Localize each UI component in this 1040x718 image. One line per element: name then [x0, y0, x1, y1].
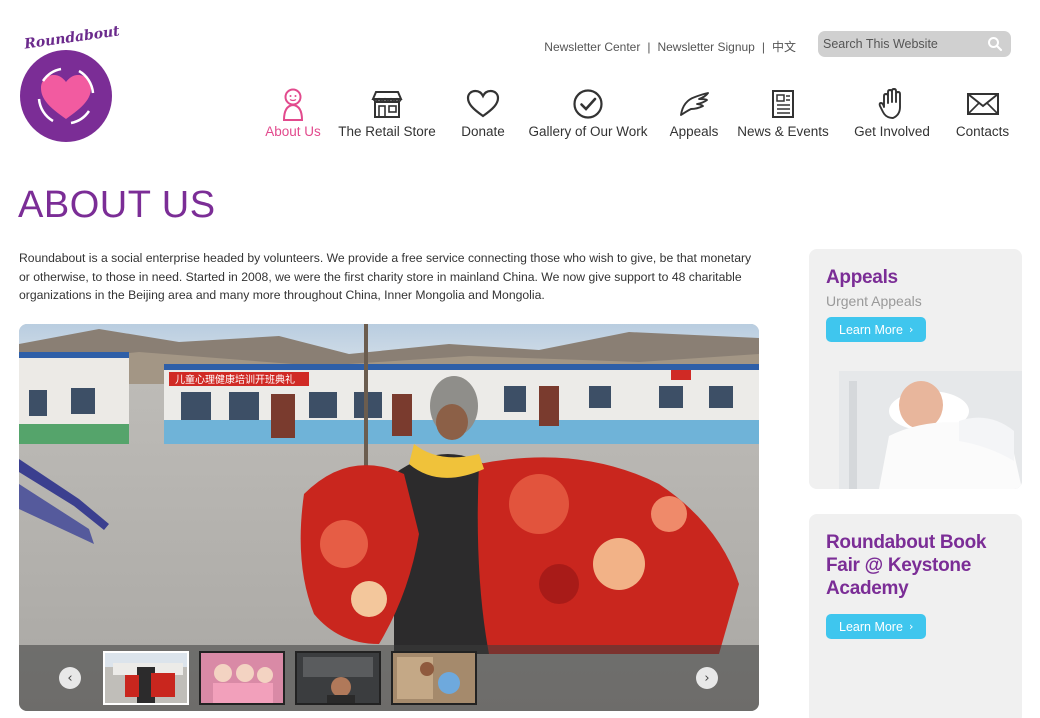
heart-icon [465, 86, 501, 122]
logo-text: Roundabout [23, 23, 121, 53]
divider: | [647, 39, 651, 54]
nav-contacts[interactable]: Contacts [955, 86, 1010, 139]
newspaper-icon [765, 86, 801, 122]
main-nav: About Us The Retail Store Donate Gallery… [0, 86, 1040, 146]
nav-get-involved[interactable]: Get Involved [853, 86, 931, 139]
search-box [818, 31, 1011, 57]
nav-appeals[interactable]: Appeals [669, 86, 719, 139]
book-fair-title[interactable]: Roundabout Book Fair @ Keystone Academy [826, 531, 1005, 600]
nav-label: Donate [461, 124, 505, 139]
nav-label: Get Involved [854, 124, 930, 139]
banner-text: 儿童心理健康培训开班典礼 [175, 373, 295, 386]
nav-label: Gallery of Our Work [528, 124, 648, 139]
prev-arrow-icon[interactable]: ‹ [59, 667, 81, 689]
book-fair-card: Roundabout Book Fair @ Keystone Academy … [809, 514, 1022, 718]
nav-donate[interactable]: Donate [460, 86, 506, 139]
button-label: Learn More [839, 619, 903, 634]
nav-label: Contacts [955, 124, 1010, 139]
button-label: Learn More [839, 322, 903, 337]
thumbnail-1[interactable] [103, 651, 189, 705]
page-title: ABOUT US [18, 184, 216, 226]
chevron-right-icon: › [908, 323, 914, 336]
nav-retail-store[interactable]: The Retail Store [338, 86, 436, 139]
newsletter-center-link[interactable]: Newsletter Center [544, 40, 640, 54]
nav-label: Appeals [669, 124, 719, 139]
wing-icon [676, 86, 712, 122]
store-icon [369, 86, 405, 122]
thumbnail-2[interactable] [199, 651, 285, 705]
utility-links: Newsletter Center | Newsletter Signup | … [544, 38, 796, 55]
person-icon [275, 86, 311, 122]
nav-gallery[interactable]: Gallery of Our Work [528, 86, 648, 139]
divider: | [761, 39, 765, 54]
nav-about-us[interactable]: About Us [264, 86, 322, 139]
chevron-right-icon: › [908, 620, 914, 633]
thumbnail-3[interactable] [295, 651, 381, 705]
envelope-icon [965, 86, 1001, 122]
book-fair-learn-more-button[interactable]: Learn More › [826, 614, 927, 639]
thumbnail-4[interactable] [391, 651, 477, 705]
appeals-learn-more-button[interactable]: Learn More › [826, 317, 927, 342]
hand-icon [874, 86, 910, 122]
checkmark-circle-icon [570, 86, 606, 122]
search-input[interactable] [823, 37, 983, 51]
appeals-photo [809, 351, 1022, 489]
newsletter-signup-link[interactable]: Newsletter Signup [657, 40, 754, 54]
next-arrow-icon[interactable]: › [696, 667, 718, 689]
search-icon[interactable] [987, 36, 1003, 52]
appeals-card: Appeals Urgent Appeals Learn More › [809, 249, 1022, 489]
nav-label: The Retail Store [338, 124, 436, 139]
nav-label: About Us [265, 124, 321, 139]
nav-news-events[interactable]: News & Events [737, 86, 829, 139]
appeals-subtitle: Urgent Appeals [826, 293, 922, 309]
image-slider[interactable]: 儿童心理健康培训开班典礼 ‹ › [19, 324, 759, 711]
thumbnail-bar: ‹ › [19, 645, 759, 711]
chinese-language-link[interactable]: 中文 [772, 38, 796, 55]
appeals-title[interactable]: Appeals [826, 266, 1005, 289]
nav-label: News & Events [737, 124, 829, 139]
intro-paragraph: Roundabout is a social enterprise headed… [19, 251, 752, 302]
